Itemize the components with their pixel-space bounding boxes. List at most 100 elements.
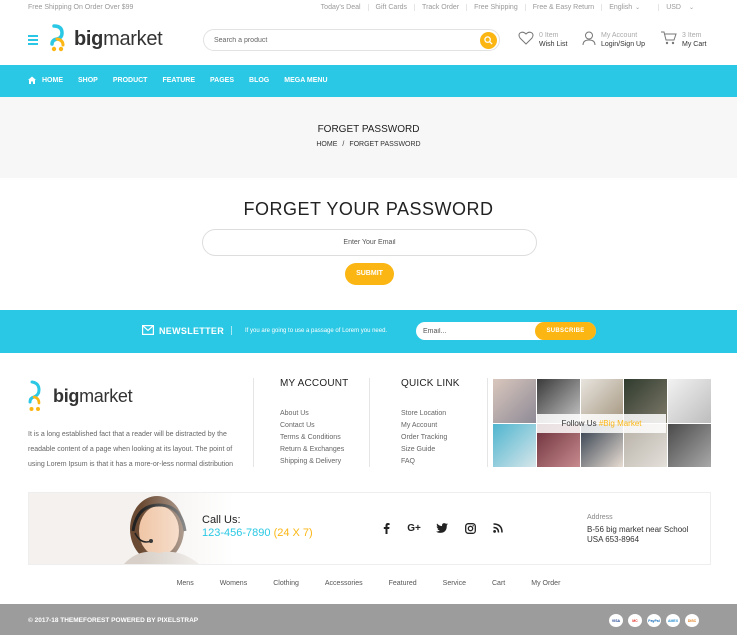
discover-icon: DISC bbox=[685, 614, 699, 627]
footer-link-faq[interactable]: FAQ bbox=[401, 458, 447, 470]
bottom-link-my-order[interactable]: My Order bbox=[531, 580, 560, 587]
visa-icon: VISA bbox=[609, 614, 623, 627]
phone-number[interactable]: 123-456-7890 (24 X 7) bbox=[202, 527, 313, 539]
search-icon bbox=[484, 36, 493, 45]
bottom-link-service[interactable]: Service bbox=[443, 580, 466, 587]
cart-label: My Cart bbox=[682, 41, 707, 48]
top-bar: Free Shipping On Order Over $99 Today's … bbox=[0, 0, 737, 18]
footer-link-order-tracking[interactable]: Order Tracking bbox=[401, 434, 447, 446]
subscribe-button[interactable]: SUBSCRIBE bbox=[535, 322, 596, 340]
footer-logo-light: market bbox=[79, 386, 133, 406]
about-line: using Lorem Ipsum is that it has a more-… bbox=[28, 461, 234, 468]
gift-cards-link[interactable]: Gift Cards bbox=[367, 4, 415, 11]
footer-link-my-account[interactable]: My Account bbox=[401, 422, 447, 434]
nav-shop[interactable]: SHOP bbox=[78, 77, 98, 84]
payment-cards: VISA MC PayPal AMEX DISC bbox=[609, 614, 704, 627]
bottom-link-womens[interactable]: Womens bbox=[220, 580, 248, 587]
account-label: Login/Sign Up bbox=[601, 41, 645, 48]
copyright-text: © 2017-18 THEMEFOREST POWERED BY PIXELST… bbox=[28, 617, 199, 624]
menu-icon[interactable] bbox=[28, 35, 38, 45]
address-label: Address bbox=[587, 514, 613, 521]
gallery-image[interactable] bbox=[668, 423, 711, 467]
logo-light: market bbox=[103, 28, 163, 50]
nav-feature[interactable]: FEATURE bbox=[162, 77, 195, 84]
newsletter-description: If you are going to use a passage of Lor… bbox=[245, 328, 388, 334]
logo-text[interactable]: bigmarket bbox=[74, 28, 163, 51]
footer-logo-text[interactable]: bigmarket bbox=[53, 386, 133, 407]
footer-link-terms[interactable]: Terms & Conditions bbox=[280, 434, 344, 446]
nav-mega-menu[interactable]: MEGA MENU bbox=[284, 77, 327, 84]
amex-icon: AMEX bbox=[666, 614, 680, 627]
google-plus-icon[interactable]: G+ bbox=[407, 522, 421, 534]
gallery-image[interactable] bbox=[668, 379, 711, 423]
footer-link-about-us[interactable]: About Us bbox=[280, 410, 344, 422]
call-us-label: Call Us: bbox=[202, 514, 241, 526]
breadcrumb-section bbox=[0, 97, 737, 178]
twitter-icon[interactable] bbox=[436, 522, 448, 534]
wishlist-label: Wish List bbox=[539, 41, 568, 48]
bottom-link-clothing[interactable]: Clothing bbox=[273, 580, 299, 587]
footer-divider bbox=[253, 378, 254, 467]
bottom-link-mens[interactable]: Mens bbox=[177, 580, 194, 587]
mastercard-icon: MC bbox=[628, 614, 642, 627]
address-line-1: B-56 big market near School bbox=[587, 525, 689, 534]
track-order-link[interactable]: Track Order bbox=[414, 4, 466, 11]
footer-logo-icon[interactable] bbox=[28, 380, 42, 413]
page-title: FORGET PASSWORD bbox=[317, 124, 420, 135]
phone-value: 123-456-7890 bbox=[202, 527, 271, 539]
todays-deal-link[interactable]: Today's Deal bbox=[314, 4, 368, 11]
gallery-image[interactable] bbox=[493, 379, 536, 423]
gallery-image[interactable] bbox=[493, 423, 536, 467]
about-line: readable content of a page when looking … bbox=[28, 446, 233, 453]
rss-icon[interactable] bbox=[492, 522, 504, 534]
free-return-link[interactable]: Free & Easy Return bbox=[524, 4, 601, 11]
footer-about: It is a long established fact that a rea… bbox=[28, 427, 250, 472]
account-link[interactable]: My Account Login/Sign Up bbox=[582, 31, 645, 49]
search-button[interactable] bbox=[480, 32, 497, 49]
bottom-link-cart[interactable]: Cart bbox=[492, 580, 505, 587]
my-account-title: MY ACCOUNT bbox=[280, 378, 349, 389]
bottom-link-featured[interactable]: Featured bbox=[389, 580, 417, 587]
phone-hours: (24 X 7) bbox=[273, 527, 313, 539]
footer-divider bbox=[487, 378, 488, 467]
quick-link-list: Store Location My Account Order Tracking… bbox=[401, 410, 447, 470]
cart-link[interactable]: 3 Item My Cart bbox=[661, 31, 707, 49]
free-shipping-link[interactable]: Free Shipping bbox=[466, 4, 525, 11]
breadcrumb-home[interactable]: HOME bbox=[316, 141, 337, 148]
email-field[interactable] bbox=[202, 229, 537, 256]
newsletter-email-input[interactable] bbox=[423, 325, 533, 337]
envelope-icon bbox=[142, 325, 154, 335]
wishlist-link[interactable]: 0 Item Wish List bbox=[518, 31, 567, 49]
search-input[interactable] bbox=[214, 34, 464, 47]
footer-link-size-guide[interactable]: Size Guide bbox=[401, 446, 447, 458]
submit-button[interactable]: SUBMIT bbox=[345, 263, 394, 285]
logo-bold: big bbox=[74, 28, 104, 50]
footer-link-contact-us[interactable]: Contact Us bbox=[280, 422, 344, 434]
newsletter-divider bbox=[231, 326, 232, 335]
nav-blog[interactable]: BLOG bbox=[249, 77, 269, 84]
footer-link-store-location[interactable]: Store Location bbox=[401, 410, 447, 422]
nav-pages[interactable]: PAGES bbox=[210, 77, 234, 84]
language-dropdown[interactable]: English ⌄ bbox=[601, 4, 658, 11]
home-icon[interactable] bbox=[28, 76, 36, 84]
facebook-icon[interactable] bbox=[380, 522, 392, 534]
bottom-link-accessories[interactable]: Accessories bbox=[325, 580, 363, 587]
footer-divider bbox=[369, 378, 370, 467]
currency-value: USD bbox=[666, 4, 681, 11]
footer-logo-bold: big bbox=[53, 386, 80, 406]
footer-link-returns[interactable]: Return & Exchanges bbox=[280, 446, 344, 458]
about-line: It is a long established fact that a rea… bbox=[28, 431, 227, 438]
follow-us-banner[interactable]: Follow Us #Big Market bbox=[537, 414, 666, 433]
breadcrumb: HOME / FORGET PASSWORD bbox=[0, 141, 737, 148]
shipping-note: Free Shipping On Order Over $99 bbox=[28, 4, 134, 11]
newsletter-title: NEWSLETTER bbox=[159, 326, 224, 336]
my-account-list: About Us Contact Us Terms & Conditions R… bbox=[280, 410, 344, 470]
nav-product[interactable]: PRODUCT bbox=[113, 77, 148, 84]
form-title: FORGET YOUR PASSWORD bbox=[243, 199, 494, 219]
nav-home[interactable]: HOME bbox=[42, 77, 63, 84]
currency-dropdown[interactable]: USD ⌄ bbox=[658, 4, 701, 11]
logo-icon[interactable] bbox=[49, 24, 67, 52]
paypal-icon: PayPal bbox=[647, 614, 661, 627]
footer-link-shipping[interactable]: Shipping & Delivery bbox=[280, 458, 344, 470]
instagram-icon[interactable] bbox=[464, 522, 476, 534]
